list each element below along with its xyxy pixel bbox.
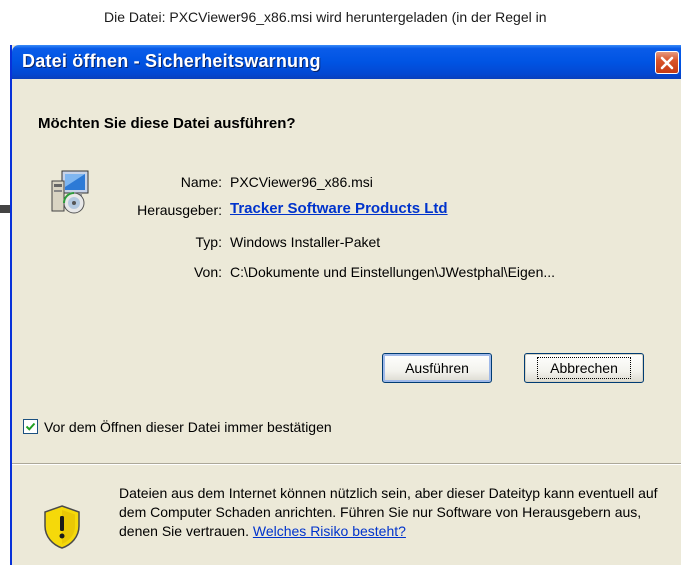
close-icon: [660, 56, 674, 69]
cancel-button-label: Abbrechen: [537, 357, 631, 379]
warning-message: Dateien aus dem Internet können nützlich…: [119, 484, 659, 541]
always-confirm-checkbox[interactable]: [23, 419, 38, 434]
from-value: C:\Dokumente und Einstellungen\JWestphal…: [230, 264, 556, 280]
always-confirm-label[interactable]: Vor dem Öffnen dieser Datei immer bestät…: [44, 419, 332, 435]
publisher-link[interactable]: Tracker Software Products Ltd: [230, 200, 448, 217]
shield-warning-icon: [44, 505, 80, 549]
risk-link[interactable]: Welches Risiko besteht?: [253, 523, 406, 539]
type-label: Typ:: [195, 234, 222, 250]
background-text: Die Datei: PXCViewer96_x86.msi wird heru…: [104, 9, 547, 25]
security-warning-dialog: Datei öffnen - Sicherheitswarnung Möchte…: [10, 45, 681, 565]
from-label: Von:: [193, 264, 222, 280]
close-button[interactable]: [655, 51, 679, 74]
dialog-content: Möchten Sie diese Datei ausführen? Name:…: [12, 79, 681, 565]
run-button[interactable]: Ausführen: [382, 353, 492, 383]
name-value: PXCViewer96_x86.msi: [230, 174, 373, 190]
name-label: Name:: [180, 174, 222, 190]
cancel-button[interactable]: Abbrechen: [524, 353, 644, 383]
question-heading: Möchten Sie diese Datei ausführen?: [38, 115, 296, 132]
separator: [12, 463, 681, 465]
title-bar[interactable]: Datei öffnen - Sicherheitswarnung: [12, 45, 681, 79]
publisher-label: Herausgeber:: [137, 202, 222, 218]
dialog-title: Datei öffnen - Sicherheitswarnung: [22, 51, 321, 71]
type-value: Windows Installer-Paket: [230, 234, 381, 250]
checkmark-icon: [25, 422, 36, 431]
